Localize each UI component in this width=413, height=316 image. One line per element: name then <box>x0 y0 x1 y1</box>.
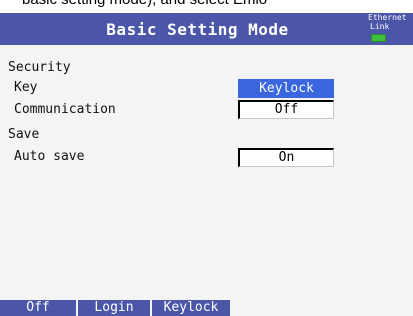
softkey-off[interactable]: Off <box>0 300 78 316</box>
security-heading: Security <box>8 60 71 75</box>
document-caption-text: basic setting mode), and select Emlo <box>22 0 267 8</box>
link-label: Link <box>370 22 390 31</box>
save-heading: Save <box>8 127 40 142</box>
softkey-bar: Off Login Keylock <box>0 300 413 316</box>
document-caption: basic setting mode), and select Emlo <box>0 0 413 13</box>
softkey-keylock[interactable]: Keylock <box>152 300 232 316</box>
key-label: Key <box>14 80 38 95</box>
communication-field[interactable]: Off <box>238 100 334 119</box>
softkey-login[interactable]: Login <box>78 300 152 316</box>
communication-label: Communication <box>14 102 116 117</box>
ethernet-label: Ethernet <box>368 13 407 22</box>
auto-save-field[interactable]: On <box>238 148 334 167</box>
auto-save-label: Auto save <box>14 149 85 164</box>
ethernet-status: Ethernet Link <box>366 13 412 45</box>
screen-title: Basic Setting Mode <box>106 20 289 39</box>
title-bar: Basic Setting Mode Ethernet Link <box>0 13 413 45</box>
link-led-icon <box>371 34 386 42</box>
key-field[interactable]: Keylock <box>238 79 334 98</box>
recorder-screen: Basic Setting Mode Ethernet Link Securit… <box>0 13 413 316</box>
